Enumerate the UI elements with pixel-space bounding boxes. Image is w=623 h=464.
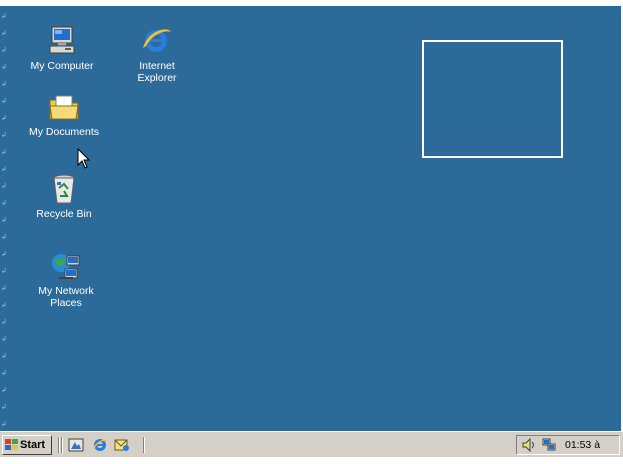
edge-mark: ↲ — [1, 217, 7, 224]
mouse-cursor-icon — [77, 148, 91, 169]
edge-mark: ↲ — [1, 370, 7, 377]
taskbar-bottom-strip — [0, 457, 623, 464]
desktop-icon-label: My Computer — [30, 60, 94, 72]
desktop-icon-label: My Documents — [28, 126, 100, 138]
taskbar-inner: Start 01:53 à — [0, 432, 623, 456]
recycle-bin-icon — [53, 174, 75, 204]
internet-explorer-icon — [143, 29, 171, 52]
edge-mark: ↲ — [1, 149, 7, 156]
network-icon[interactable] — [542, 438, 556, 452]
internet-explorer-icon[interactable] — [92, 437, 108, 453]
desktop-icon-internet-explorer[interactable]: Internet Explorer — [117, 24, 197, 84]
desktop-icon-label: Internet Explorer — [137, 60, 177, 84]
edge-mark: ↲ — [1, 30, 7, 37]
desktop-icon-my-computer[interactable]: My Computer — [22, 24, 102, 72]
clock[interactable]: 01:53 à — [565, 436, 600, 454]
edge-mark: ↲ — [1, 98, 7, 105]
edge-mark: ↲ — [1, 200, 7, 207]
edge-mark: ↲ — [1, 353, 7, 360]
outlook-express-icon[interactable] — [114, 437, 130, 453]
taskbar: Start 01:53 à — [0, 431, 623, 464]
my-computer-icon — [49, 26, 75, 54]
desktop-icon-my-network-places[interactable]: My Network Places — [26, 249, 106, 309]
edge-mark: ↲ — [1, 64, 7, 71]
edge-mark: ↲ — [1, 183, 7, 190]
edge-mark: ↲ — [1, 421, 7, 428]
desktop-icon-label: My Network Places — [38, 285, 94, 309]
taskbar-separator — [143, 437, 145, 453]
edge-mark: ↲ — [1, 387, 7, 394]
screen: ↲ ↲ ↲ ↲ ↲ ↲ ↲ ↲ ↲ ↲ ↲ ↲ ↲ ↲ ↲ ↲ ↲ ↲ ↲ ↲ ↲ ↲ ↲ ↲ ↲ My Computer In… — [0, 0, 623, 464]
desktop-icon-recycle-bin[interactable]: Recycle Bin — [24, 172, 104, 220]
edge-marks: ↲ ↲ ↲ ↲ ↲ ↲ ↲ ↲ ↲ ↲ ↲ ↲ ↲ ↲ ↲ ↲ ↲ ↲ ↲ ↲ ↲ ↲ ↲ ↲ ↲ — [0, 6, 10, 431]
edge-mark: ↲ — [1, 81, 7, 88]
edge-mark: ↲ — [1, 13, 7, 20]
desktop-icon-my-documents[interactable]: My Documents — [24, 90, 104, 138]
edge-mark: ↲ — [1, 319, 7, 326]
desktop[interactable]: ↲ ↲ ↲ ↲ ↲ ↲ ↲ ↲ ↲ ↲ ↲ ↲ ↲ ↲ ↲ ↲ ↲ ↲ ↲ ↲ ↲ ↲ ↲ ↲ ↲ My Computer In… — [0, 6, 621, 431]
start-button[interactable]: Start — [2, 435, 52, 455]
start-button-label: Start — [20, 439, 46, 451]
edge-mark: ↲ — [1, 47, 7, 54]
edge-mark: ↲ — [1, 285, 7, 292]
edge-mark: ↲ — [1, 302, 7, 309]
desktop-icon-label: Recycle Bin — [36, 208, 92, 220]
volume-icon[interactable] — [522, 438, 536, 452]
edge-mark: ↲ — [1, 234, 7, 241]
edge-mark: ↲ — [1, 132, 7, 139]
edge-mark: ↲ — [1, 115, 7, 122]
windows-flag-icon — [5, 439, 18, 450]
selection-rectangle — [422, 40, 563, 158]
my-documents-icon — [49, 95, 79, 120]
edge-mark: ↲ — [1, 166, 7, 173]
taskbar-separator — [58, 437, 60, 453]
edge-mark: ↲ — [1, 251, 7, 258]
edge-mark: ↲ — [1, 336, 7, 343]
edge-mark: ↲ — [1, 404, 7, 411]
show-desktop-icon[interactable] — [68, 437, 84, 453]
my-network-places-icon — [52, 254, 80, 279]
system-tray: 01:53 à — [516, 435, 620, 455]
taskbar-separator — [61, 437, 63, 453]
edge-mark: ↲ — [1, 268, 7, 275]
